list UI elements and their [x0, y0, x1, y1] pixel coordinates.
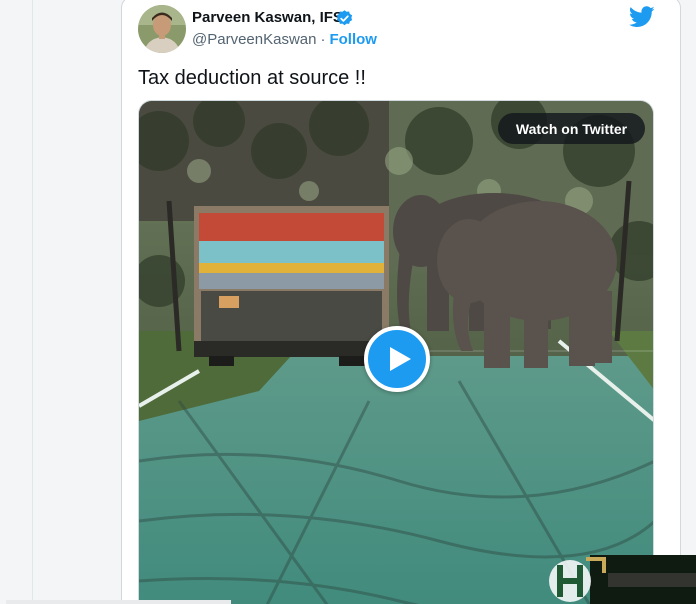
- site-watermark-logo: [546, 551, 696, 604]
- play-icon: [390, 347, 411, 371]
- truck-shape: [194, 206, 389, 366]
- author-handle-row: @ParveenKaswan · Follow: [192, 31, 377, 48]
- separator-dot: ·: [320, 31, 326, 48]
- author-avatar[interactable]: [138, 5, 186, 53]
- watch-on-twitter-button[interactable]: Watch on Twitter: [498, 113, 645, 144]
- play-video-button[interactable]: [364, 326, 430, 392]
- author-handle[interactable]: @ParveenKaswan: [192, 31, 316, 48]
- elephant-front-shape: [437, 201, 617, 368]
- left-column-divider: [32, 0, 33, 604]
- twitter-bird-icon[interactable]: [628, 6, 655, 28]
- author-name[interactable]: Parveen Kaswan, IFS: [192, 9, 343, 26]
- follow-link[interactable]: Follow: [329, 31, 377, 48]
- tweet-text: Tax deduction at source !!: [138, 67, 366, 89]
- verified-badge-icon: [335, 9, 354, 28]
- horizontal-scrollbar[interactable]: [6, 600, 231, 604]
